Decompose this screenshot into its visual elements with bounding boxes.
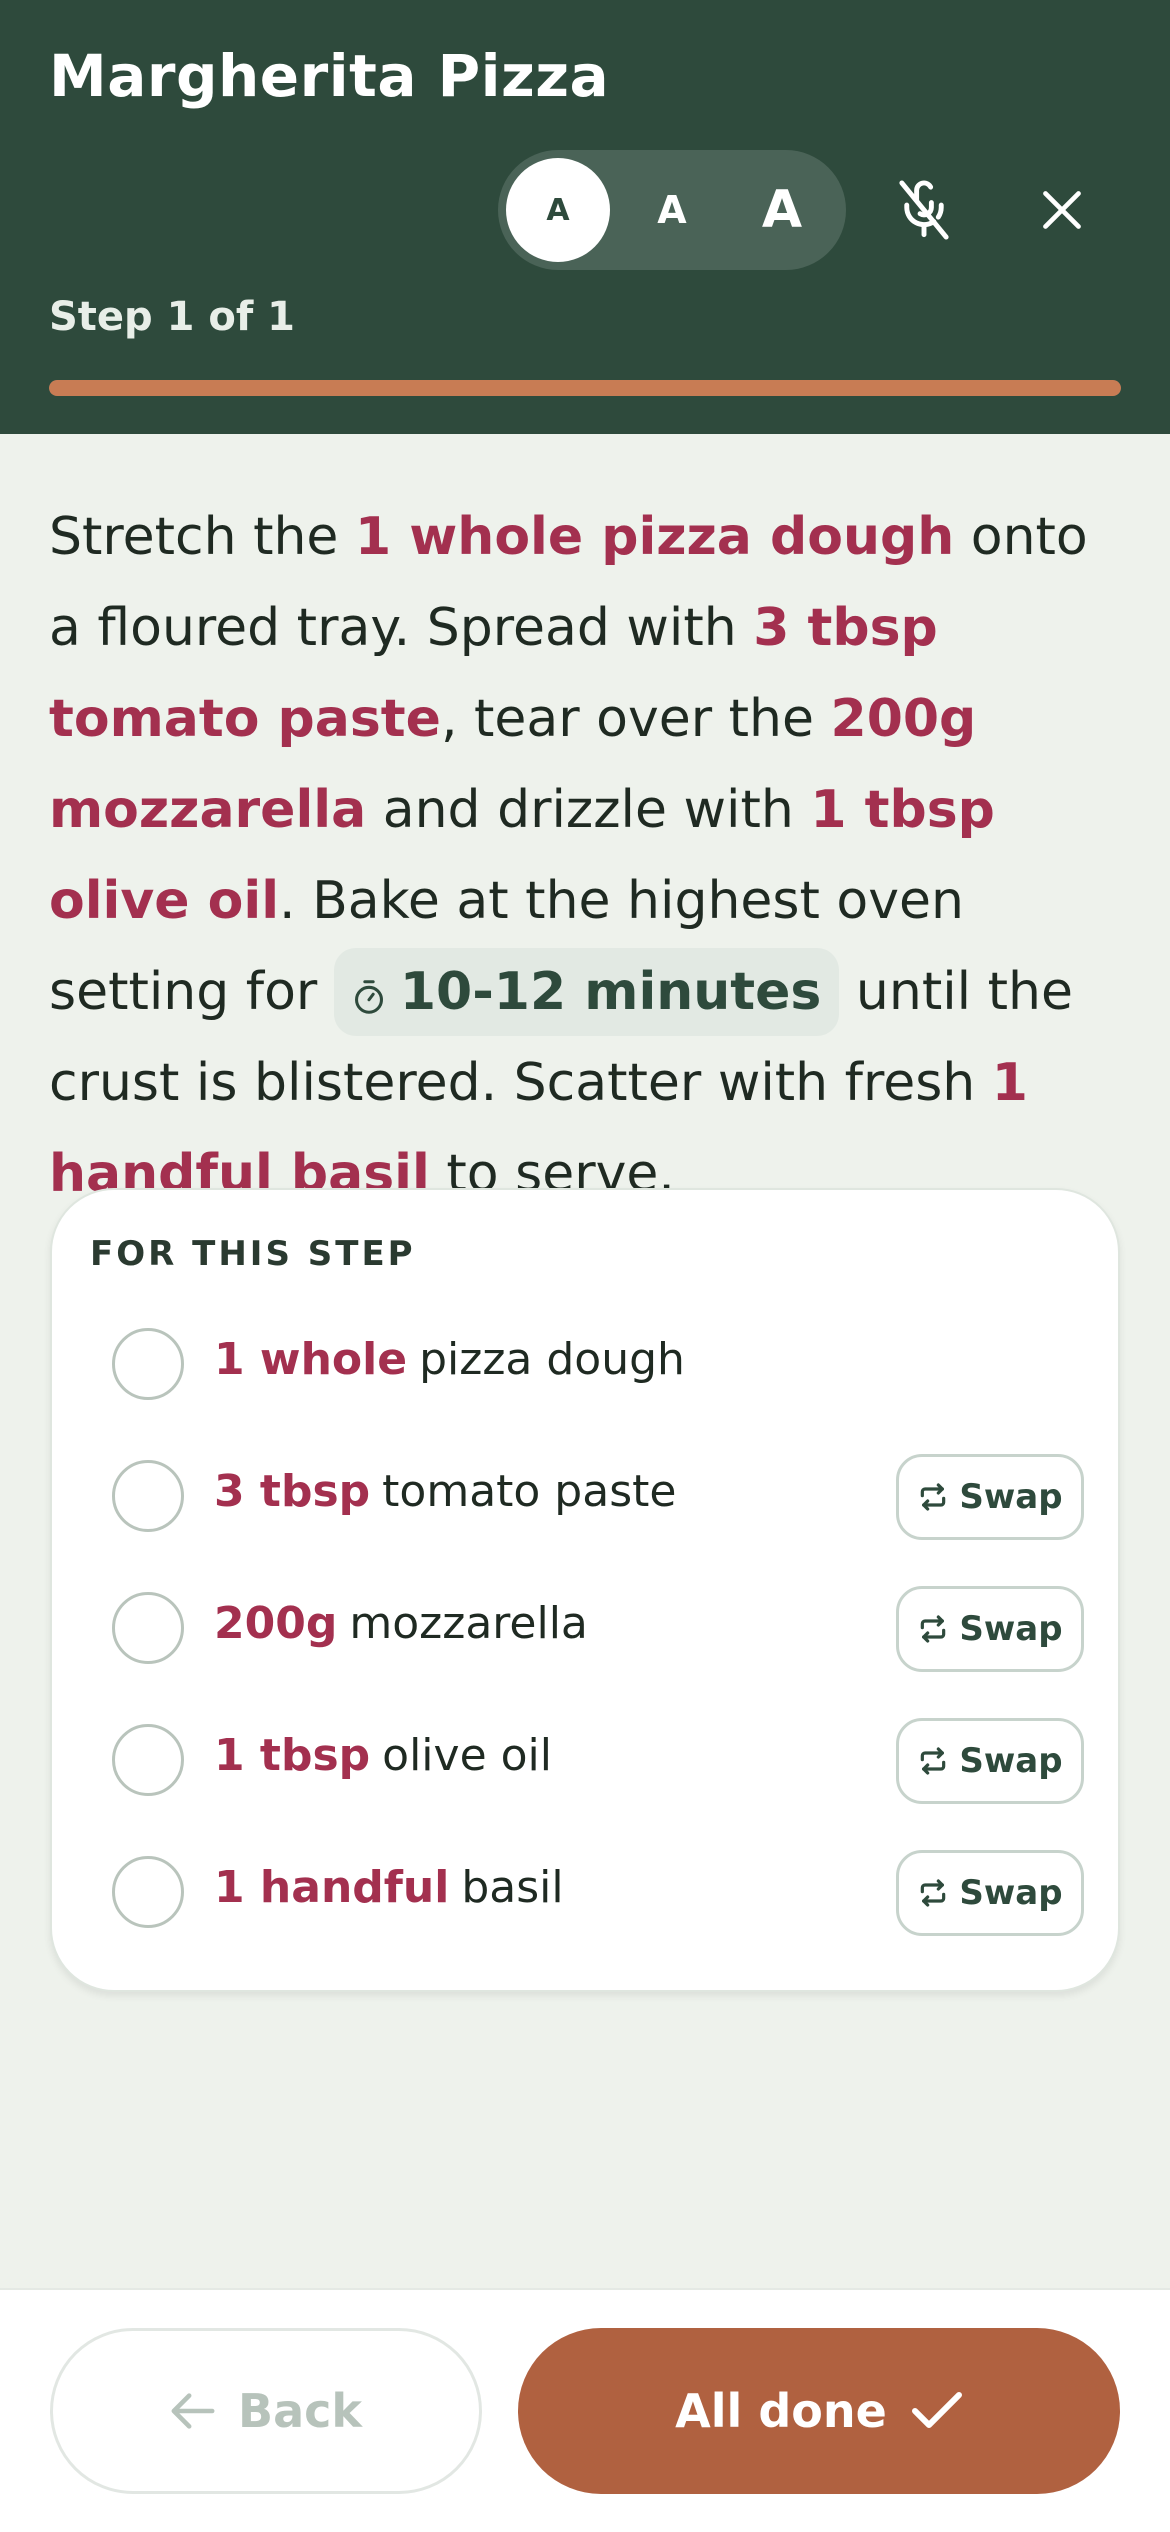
ingredient-row: 1 tbsp olive oil Swap <box>52 1710 1122 1810</box>
ingredient-row: 200g mozzarella Swap <box>52 1578 1122 1678</box>
ingredient-qty: 200g <box>214 1598 338 1649</box>
mic-toggle-button[interactable] <box>874 160 974 260</box>
recipe-title: Margherita Pizza <box>49 42 610 110</box>
back-button[interactable]: Back <box>50 2328 482 2494</box>
text-size-toggle: A A A <box>498 150 846 270</box>
ingredient-checkbox[interactable] <box>112 1328 184 1400</box>
ingredient-checkbox[interactable] <box>112 1592 184 1664</box>
ingredient-checkbox[interactable] <box>112 1460 184 1532</box>
ingredient-checkbox[interactable] <box>112 1724 184 1796</box>
close-button[interactable] <box>1012 160 1112 260</box>
swap-button[interactable]: Swap <box>896 1718 1084 1804</box>
swap-label: Swap <box>959 1873 1063 1913</box>
ingredient-qty: 3 tbsp <box>214 1466 371 1517</box>
swap-label: Swap <box>959 1477 1063 1517</box>
done-label: All done <box>675 2384 887 2438</box>
text-size-large-option[interactable]: A <box>730 158 834 262</box>
ingredient-checkbox[interactable] <box>112 1856 184 1928</box>
swap-icon <box>921 1615 946 1643</box>
ingredient-qty: 1 handful <box>214 1862 450 1913</box>
ingredient-name: olive oil <box>382 1730 552 1781</box>
timer-icon <box>354 980 383 1014</box>
instruction-text: Stretch the <box>49 507 355 567</box>
swap-icon <box>921 1483 946 1511</box>
swap-button[interactable]: Swap <box>896 1586 1084 1672</box>
instruction-text: and drizzle with <box>366 780 811 840</box>
swap-label: Swap <box>959 1741 1063 1781</box>
ingredient-label: 1 handful basil <box>214 1862 564 1913</box>
progress-bar <box>49 380 1121 396</box>
mic-off-icon <box>899 180 949 240</box>
all-done-button[interactable]: All done <box>518 2328 1120 2494</box>
swap-button[interactable]: Swap <box>896 1454 1084 1540</box>
ingredient-name: mozzarella <box>349 1598 588 1649</box>
close-icon <box>1043 191 1081 229</box>
bottom-action-bar: Back All done <box>0 2288 1170 2532</box>
ingredient-name: tomato paste <box>382 1466 677 1517</box>
ingredient-label: 1 whole pizza dough <box>214 1334 685 1385</box>
ingredient-name: pizza dough <box>419 1334 685 1385</box>
swap-label: Swap <box>959 1609 1063 1649</box>
arrow-left-icon <box>171 2393 215 2429</box>
ingredient-label: 3 tbsp tomato paste <box>214 1466 676 1517</box>
ingredient-label: 1 tbsp olive oil <box>214 1730 552 1781</box>
header: Margherita Pizza A A A Step 1 of 1 <box>0 0 1170 434</box>
ingredient-qty: 1 whole <box>214 1334 408 1385</box>
text-size-small-option[interactable]: A <box>506 158 610 262</box>
timer-chip[interactable]: 10-12 minutes <box>333 948 840 1036</box>
ingredient-name: basil <box>461 1862 564 1913</box>
check-icon <box>911 2392 962 2428</box>
ingredient-row: 1 whole pizza dough <box>52 1314 1122 1414</box>
ingredient-label: 200g mozzarella <box>214 1598 588 1649</box>
progress-fill <box>49 380 1121 396</box>
ingredient-quantity: 1 whole pizza dough <box>354 507 955 567</box>
swap-button[interactable]: Swap <box>896 1850 1084 1936</box>
ingredient-qty: 1 tbsp <box>214 1730 371 1781</box>
back-label: Back <box>238 2384 362 2438</box>
timer-label: 10-12 minutes <box>399 962 822 1022</box>
ingredient-row: 3 tbsp tomato paste Swap <box>52 1446 1122 1546</box>
step-ingredients-card: FOR THIS STEP 1 whole pizza dough 3 tbsp t… <box>50 1188 1120 1992</box>
ingredient-row: 1 handful basil Swap <box>52 1842 1122 1942</box>
step-instruction: Stretch the 1 whole pizza dough onto a f… <box>49 492 1129 1220</box>
text-size-medium-option[interactable]: A <box>620 158 724 262</box>
swap-icon <box>921 1879 946 1907</box>
swap-icon <box>921 1747 946 1775</box>
step-counter: Step 1 of 1 <box>49 294 296 340</box>
instruction-text: , tear over the <box>440 689 831 749</box>
card-heading: FOR THIS STEP <box>90 1234 416 1274</box>
